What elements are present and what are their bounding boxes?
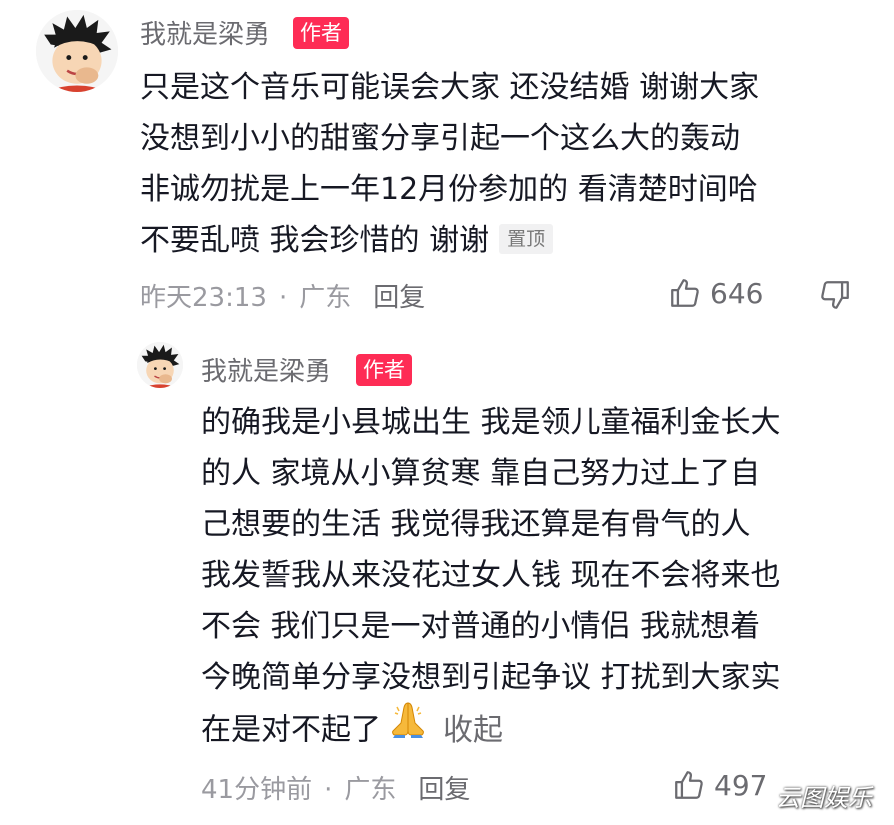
like-button[interactable]: 646 (668, 276, 763, 310)
meta-separator: · (278, 283, 288, 313)
comment-line: 非诚勿扰是上一年12月份参加的 看清楚时间哈 (140, 172, 758, 207)
like-count: 646 (710, 276, 764, 310)
cartoon-avatar-icon (137, 342, 183, 388)
meta-separator: · (324, 775, 333, 805)
like-button[interactable]: 497 (672, 768, 767, 802)
commenter-avatar[interactable] (36, 10, 118, 92)
comment-location: 广东 (299, 283, 352, 313)
cartoon-avatar-icon (36, 10, 118, 92)
reply-line: 我发誓我从来没花过女人钱 现在不会将来也 (201, 558, 781, 593)
comment-line: 只是这个音乐可能误会大家 还没结婚 谢谢大家 (140, 70, 760, 105)
comment-username[interactable]: 我就是梁勇 (140, 14, 270, 51)
reply-line: 今晚简单分享没想到引起争议 打扰到大家实 (201, 660, 781, 695)
comment-line: 不要乱喷 我会珍惜的 谢谢 (140, 223, 490, 258)
folded-hands-emoji-icon (387, 699, 429, 755)
comment-time: 昨天23:13 (140, 283, 267, 313)
dislike-button[interactable] (818, 278, 852, 316)
comment-line: 没想到小小的甜蜜分享引起一个这么大的轰动 (140, 121, 740, 156)
thumbs-up-icon (675, 771, 703, 799)
watermark: 云图娱乐 (776, 784, 872, 812)
reply-line: 在是对不起了 (201, 712, 381, 748)
reply-line: 己想要的生活 我觉得我还算是有骨气的人 (201, 507, 751, 542)
author-badge: 作者 (356, 354, 412, 386)
reply-button[interactable]: 回复 (418, 775, 470, 805)
reply-button[interactable]: 回复 (373, 283, 425, 313)
comment-meta: 昨天23:13 · 广东 回复 (140, 277, 425, 314)
thumbs-down-icon (821, 281, 849, 309)
reply-avatar[interactable] (137, 342, 183, 388)
reply-username[interactable]: 我就是梁勇 (201, 351, 331, 388)
reply-line: 的人 家境从小算贫寒 靠自己努力过上了自 (201, 456, 761, 491)
reply-meta: 41分钟前 · 广东 回复 (201, 769, 470, 806)
comment-line-last: 不要乱喷 我会珍惜的 谢谢 置顶 (140, 215, 759, 266)
reply-text: 的确我是小县城出生 我是领儿童福利金长大 的人 家境从小算贫寒 靠自己努力过上了… (201, 397, 781, 759)
pinned-badge: 置顶 (499, 223, 554, 254)
reply-line: 的确我是小县城出生 我是领儿童福利金长大 (201, 405, 781, 440)
reply-location: 广东 (344, 775, 397, 805)
thumbs-up-icon (671, 279, 699, 307)
collapse-button[interactable]: 收起 (443, 713, 503, 748)
reply-time: 41分钟前 (201, 775, 313, 805)
reply-line-last: 在是对不起了 收起 (201, 702, 781, 759)
comment-text: 只是这个音乐可能误会大家 还没结婚 谢谢大家 没想到小小的甜蜜分享引起一个这么大… (140, 62, 759, 266)
reply-line: 不会 我们只是一对普通的小情侣 我就想着 (201, 609, 761, 644)
author-badge: 作者 (293, 17, 349, 49)
like-count: 497 (714, 768, 768, 802)
